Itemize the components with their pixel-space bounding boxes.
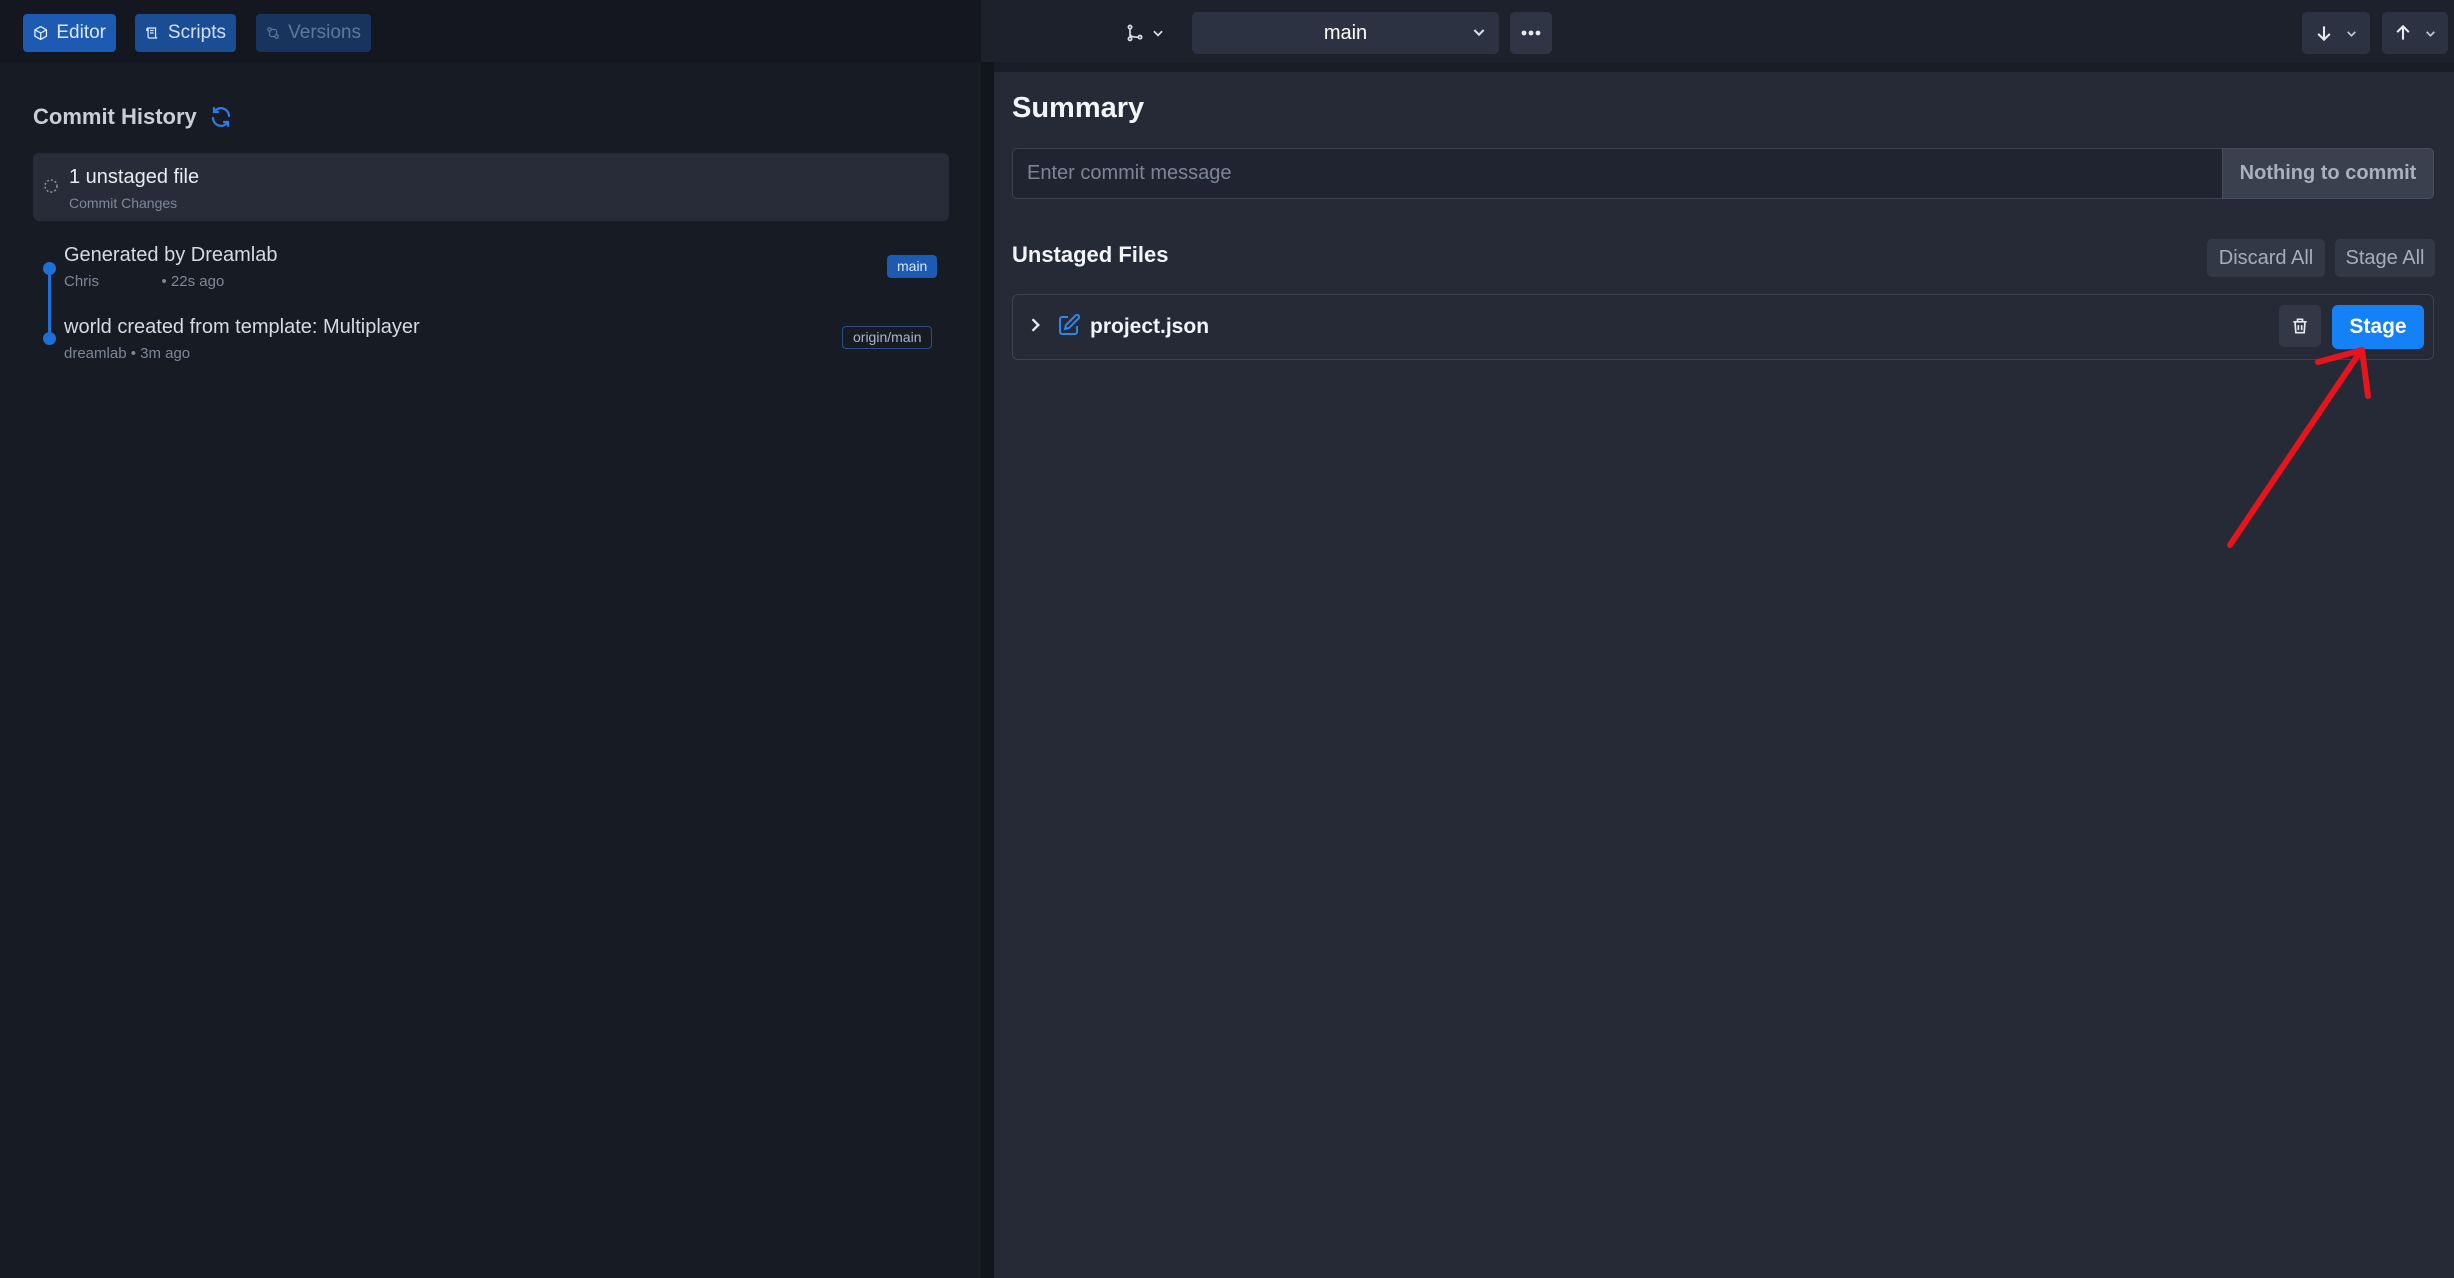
stage-all-button[interactable]: Stage All (2335, 239, 2435, 277)
push-button[interactable] (2382, 12, 2448, 54)
unstaged-files-title: Unstaged Files (1012, 242, 1169, 267)
refresh-icon[interactable] (209, 105, 233, 129)
unstaged-changes-item[interactable]: 1 unstaged file Commit Changes (33, 153, 949, 221)
branch-select[interactable]: main (1192, 12, 1499, 54)
chevron-down-icon (1153, 30, 1163, 37)
commit-item[interactable]: world created from template: Multiplayer… (64, 316, 420, 362)
more-options-button[interactable] (1510, 12, 1552, 54)
discard-all-button[interactable]: Discard All (2207, 239, 2325, 277)
commit-timeline (48, 268, 51, 338)
cube-icon (34, 25, 48, 41)
unstaged-count: 1 unstaged file (69, 166, 200, 188)
commit-item[interactable]: Generated by Dreamlab Chris • 22s ago (64, 244, 277, 290)
commit-dot (43, 262, 56, 275)
file-name: project.json (1090, 315, 1210, 338)
git-branch-icon (1127, 24, 1143, 42)
summary-title: Summary (1012, 92, 1145, 124)
tab-scripts[interactable]: Scripts (135, 14, 236, 52)
tab-editor-label: Editor (56, 22, 106, 43)
commit-history-title: Commit History (33, 104, 197, 129)
branch-badge-origin-main: origin/main (842, 326, 933, 349)
tab-versions-label: Versions (288, 22, 361, 43)
branch-select-value: main (1323, 21, 1368, 44)
commit-message: Generated by Dreamlab (64, 244, 278, 266)
commit-history-header: Commit History (33, 104, 233, 130)
tab-versions[interactable]: Versions (256, 14, 371, 52)
commit-meta: dreamlab • 3m ago (64, 345, 191, 362)
commit-message-input[interactable] (1012, 148, 2224, 199)
git-compare-icon (267, 27, 279, 39)
panel-divider[interactable] (981, 62, 994, 1278)
arrow-down-icon (2317, 26, 2331, 42)
more-horizontal-icon (1521, 30, 1541, 36)
trash-icon (2293, 318, 2307, 334)
pending-circle-icon (44, 179, 58, 193)
tab-scripts-label: Scripts (167, 22, 226, 43)
scroll-icon (146, 27, 158, 39)
file-modified-icon (1059, 313, 1081, 335)
commit-dot (43, 332, 56, 345)
branch-menu-button[interactable] (1125, 20, 1175, 46)
arrow-up-icon (2396, 24, 2410, 40)
pull-button[interactable] (2302, 12, 2370, 54)
chevron-down-icon (1473, 29, 1485, 37)
chevron-right-icon[interactable] (1025, 315, 1045, 335)
commit-button[interactable]: Nothing to commit (2222, 148, 2434, 199)
chevron-down-icon (2425, 30, 2435, 37)
commit-message: world created from template: Multiplayer (64, 316, 420, 338)
commit-changes-label: Commit Changes (69, 195, 178, 211)
chevron-down-icon (2347, 30, 2357, 37)
branch-badge-main: main (887, 255, 938, 278)
commit-meta: Chris • 22s ago (64, 273, 225, 290)
annotation-arrow (2227, 347, 2371, 548)
tab-editor[interactable]: Editor (23, 14, 116, 52)
